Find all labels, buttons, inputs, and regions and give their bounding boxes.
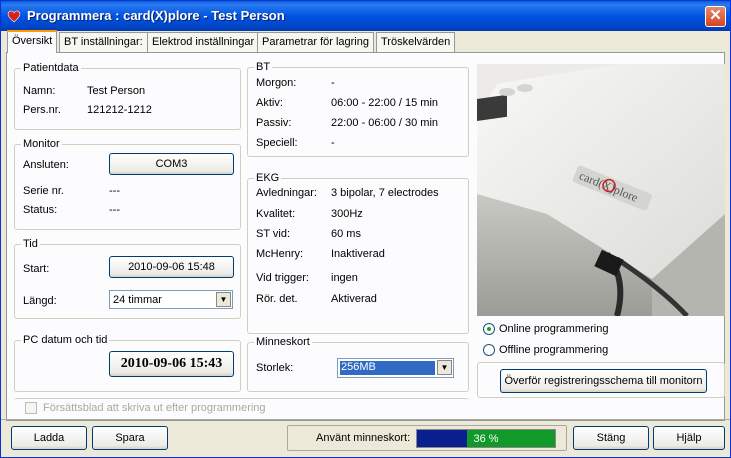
length-select-value: 24 timmar: [113, 294, 162, 306]
memory-used-label: Använt minneskort:: [316, 432, 411, 444]
tid-title: Tid: [21, 238, 40, 250]
offline-programming-label[interactable]: Offline programmering: [499, 344, 608, 356]
patientdata-group: Patientdata Namn: Test Person Pers.nr. 1…: [14, 62, 241, 130]
chevron-down-icon[interactable]: ▼: [437, 360, 452, 375]
close-icon: ✕: [709, 7, 722, 24]
ekg-st-label: ST vid:: [256, 228, 291, 240]
chevron-down-icon[interactable]: ▼: [216, 292, 231, 307]
ekg-group: EKG Avledningar: 3 bipolar, 7 electrodes…: [247, 172, 469, 334]
start-time-button[interactable]: 2010-09-06 15:48: [109, 256, 234, 278]
length-select[interactable]: 24 timmar ▼: [109, 290, 233, 309]
offline-programming-radio[interactable]: [483, 344, 495, 356]
close-window-button[interactable]: ✕: [705, 6, 726, 27]
ekg-mchenry-value: Inaktiverad: [331, 248, 385, 260]
length-label: Längd:: [23, 295, 57, 307]
bt-passive-value: 22:00 - 06:00 / 30 min: [331, 117, 439, 129]
online-programming-label[interactable]: Online programmering: [499, 323, 608, 335]
serial-value: ---: [109, 185, 120, 197]
pnr-value: 121212-1212: [87, 104, 152, 116]
transfer-schedule-button[interactable]: Överför registreringsschema till monitor…: [500, 369, 707, 393]
cover-sheet-label: Försättsblad att skriva ut efter program…: [43, 402, 266, 414]
ekg-quality-value: 300Hz: [331, 208, 363, 220]
serial-label: Serie nr.: [23, 185, 64, 197]
bt-active-label: Aktiv:: [256, 97, 283, 109]
window-title: Programmera : card(X)plore - Test Person: [27, 8, 285, 23]
patientdata-title: Patientdata: [21, 62, 81, 74]
device-image: card(X)plore: [477, 64, 725, 316]
tab-elektrod-installningar[interactable]: Elektrod inställningar: [147, 32, 260, 52]
ekg-trigger-value: ingen: [331, 272, 358, 284]
help-button[interactable]: Hjälp: [653, 426, 725, 450]
bt-special-value: -: [331, 137, 335, 149]
name-label: Namn:: [23, 85, 56, 97]
bt-special-label: Speciell:: [256, 137, 298, 149]
bt-morning-value: -: [331, 77, 335, 89]
memory-size-value: 256MB: [340, 361, 435, 375]
bt-morning-label: Morgon:: [256, 77, 297, 89]
status-value: ---: [109, 204, 120, 216]
bottom-separator: [1, 419, 730, 420]
ekg-mchenry-label: McHenry:: [256, 248, 304, 260]
ekg-st-value: 60 ms: [331, 228, 361, 240]
ekg-title: EKG: [254, 172, 282, 184]
name-value: Test Person: [87, 85, 146, 97]
heart-app-icon: [7, 10, 21, 23]
ekg-motion-label: Rör. det.: [256, 293, 298, 305]
pc-time-group: PC datum och tid 2010-09-06 15:43: [14, 334, 241, 392]
close-button[interactable]: Stäng: [573, 426, 649, 450]
bt-group: BT Morgon: - Aktiv: 06:00 - 22:00 / 15 m…: [247, 61, 469, 157]
memory-usage-panel: Använt minneskort: 36 %: [287, 425, 567, 451]
status-label: Status:: [23, 204, 58, 216]
pc-time-title: PC datum och tid: [21, 334, 110, 346]
device-illustration: card(X)plore: [477, 64, 725, 316]
ekg-trigger-label: Vid trigger:: [256, 272, 309, 284]
bt-title: BT: [254, 61, 273, 73]
bt-active-value: 06:00 - 22:00 / 15 min: [331, 97, 439, 109]
ekg-leads-value: 3 bipolar, 7 electrodes: [331, 187, 439, 199]
monitor-title: Monitor: [21, 138, 62, 150]
tab-parametrar-for-lagring[interactable]: Parametrar för lagring: [257, 32, 374, 52]
connected-label: Ansluten:: [23, 159, 69, 171]
com-port-button[interactable]: COM3: [109, 153, 234, 175]
ekg-quality-label: Kvalitet:: [256, 208, 296, 220]
start-label: Start:: [23, 263, 50, 275]
monitor-group: Monitor Ansluten: COM3 Serie nr. --- Sta…: [14, 138, 241, 230]
bt-passive-label: Passiv:: [256, 117, 292, 129]
memory-usage-bar: 36 %: [416, 429, 556, 448]
tab-bt-installningar[interactable]: BT inställningar:: [59, 32, 148, 52]
online-programming-radio[interactable]: [483, 323, 495, 335]
transfer-group: Överför registreringsschema till monitor…: [477, 362, 725, 398]
memory-title: Minneskort: [254, 336, 312, 348]
ekg-motion-value: Aktiverad: [331, 293, 377, 305]
pnr-label: Pers.nr.: [23, 104, 61, 116]
tab-oversikt[interactable]: Översikt: [7, 30, 58, 53]
program-window: Programmera : card(X)plore - Test Person…: [0, 0, 731, 458]
memory-size-label: Storlek:: [256, 362, 294, 374]
pc-time-button[interactable]: 2010-09-06 15:43: [109, 351, 234, 377]
memory-group: Minneskort Storlek: 256MB ▼: [247, 336, 469, 392]
memory-usage-text: 36 %: [473, 433, 499, 445]
memory-size-select[interactable]: 256MB ▼: [337, 358, 454, 378]
ekg-leads-label: Avledningar:: [256, 187, 317, 199]
cover-sheet-row: Försättsblad att skriva ut efter program…: [14, 398, 469, 418]
load-button[interactable]: Ladda: [11, 426, 87, 450]
tid-group: Tid Start: 2010-09-06 15:48 Längd: 24 ti…: [14, 238, 241, 319]
save-button[interactable]: Spara: [92, 426, 168, 450]
tab-troskelvarden[interactable]: Tröskelvärden: [376, 32, 456, 52]
title-bar[interactable]: Programmera : card(X)plore - Test Person…: [1, 1, 730, 31]
cover-sheet-checkbox[interactable]: [25, 402, 37, 414]
